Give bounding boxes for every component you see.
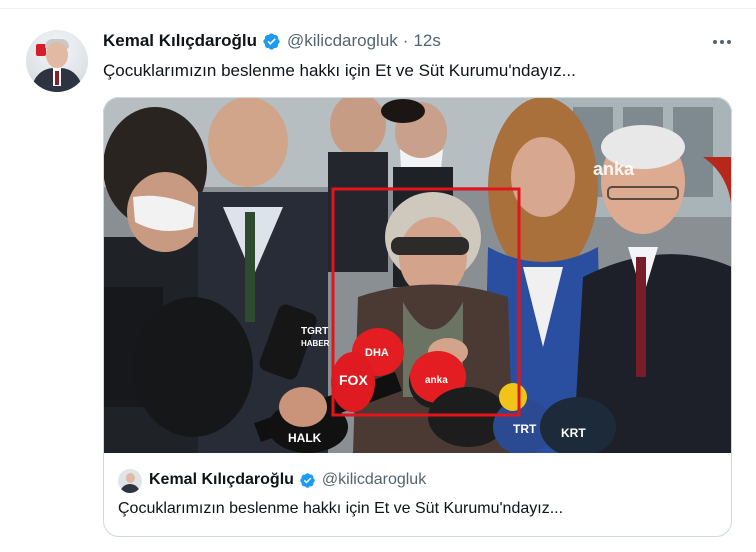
- verified-badge-icon: [300, 472, 315, 488]
- avatar-head: [46, 42, 68, 68]
- mic-label-trt: TRT: [513, 422, 537, 436]
- tweet-timestamp[interactable]: 12s: [413, 31, 440, 51]
- mic-label-tgrt: TGRT: [301, 326, 328, 337]
- quoted-author-avatar[interactable]: [118, 469, 142, 493]
- quoted-tweet-text: Çocuklarımızın beslenme hakkı için Et ve…: [118, 500, 564, 517]
- verified-badge-icon: [263, 32, 280, 50]
- mic-label-fox: FOX: [339, 372, 368, 388]
- quoted-avatar-body: [120, 484, 140, 493]
- quoted-author-name[interactable]: Kemal Kılıçdaroğlu: [149, 471, 294, 489]
- mic-label-haber: HABER: [301, 339, 330, 348]
- mic-label-krt: KRT: [561, 426, 586, 440]
- top-divider: [0, 8, 756, 9]
- mic-label-halk: HALK: [288, 431, 322, 445]
- mic-label-dha: DHA: [365, 347, 389, 359]
- more-options-icon[interactable]: [712, 34, 732, 50]
- mic-label-anka: anka: [425, 375, 448, 386]
- tweet-media-photo[interactable]: TGRT HABER DHA FOX anka TRT KRT HALK ank…: [103, 97, 732, 453]
- quoted-author-handle[interactable]: @kilicdarogluk: [322, 471, 426, 489]
- avatar-tie: [55, 71, 59, 85]
- photo-scene: TGRT HABER DHA FOX anka TRT KRT HALK ank…: [103, 97, 732, 453]
- tweet-text: Çocuklarımızın beslenme hakkı için Et ve…: [103, 61, 576, 80]
- tweet-header: Kemal Kılıçdaroğlu @kilicdarogluk · 12s: [103, 31, 441, 51]
- photo-watermark: anka: [593, 159, 635, 179]
- author-avatar[interactable]: [26, 30, 88, 92]
- separator-dot: ·: [402, 31, 409, 50]
- quoted-avatar-head: [126, 473, 135, 483]
- author-handle[interactable]: @kilicdarogluk: [287, 31, 398, 51]
- author-name[interactable]: Kemal Kılıçdaroğlu: [103, 31, 257, 51]
- quoted-tweet-header: Kemal Kılıçdaroğlu @kilicdarogluk: [149, 471, 426, 489]
